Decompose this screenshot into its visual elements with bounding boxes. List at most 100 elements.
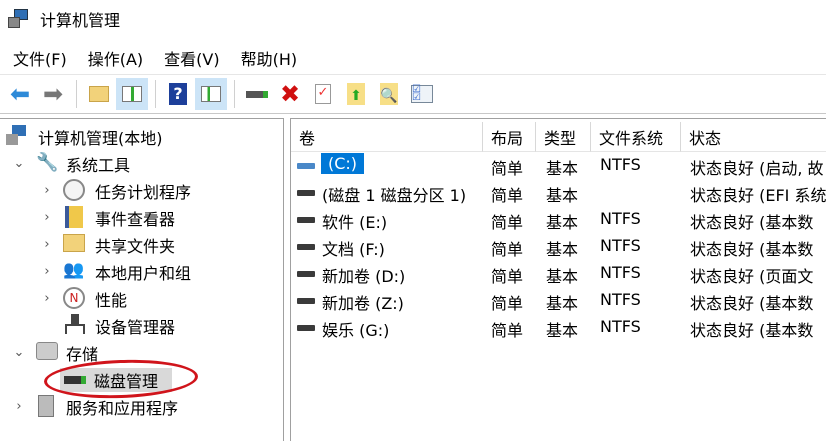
- connect-button[interactable]: [241, 78, 273, 110]
- cell-status: 状态良好 (基本数: [690, 294, 814, 313]
- shared-folder-icon: [63, 234, 85, 252]
- tree-item-performance[interactable]: › N 性能: [0, 285, 283, 312]
- checklist-button[interactable]: ☑ ☑: [406, 78, 438, 110]
- services-icon: [38, 395, 54, 417]
- cell-layout: 简单: [491, 267, 524, 286]
- show-action-pane-button[interactable]: [195, 78, 227, 110]
- tree-item-task-scheduler[interactable]: › 任务计划程序: [0, 177, 283, 204]
- forward-button[interactable]: ➡: [37, 78, 69, 110]
- table-row[interactable]: 软件 (E:) 简单 基本 NTFS 状态良好 (基本数: [291, 206, 826, 233]
- table-row[interactable]: (C:) 简单 基本 NTFS 状态良好 (启动, 故: [291, 152, 826, 179]
- cell-type: 基本: [546, 213, 579, 232]
- window-title: 计算机管理: [40, 11, 121, 30]
- table-row[interactable]: 娱乐 (G:) 简单 基本 NTFS 状态良好 (基本数: [291, 314, 826, 341]
- tree-item-computer-management[interactable]: 计算机管理(本地): [0, 123, 283, 150]
- drive-icon: [297, 244, 315, 250]
- table-row[interactable]: 新加卷 (Z:) 简单 基本 NTFS 状态良好 (基本数: [291, 287, 826, 314]
- computer-management-icon: [6, 125, 28, 147]
- chevron-right-icon[interactable]: ›: [40, 264, 54, 279]
- cell-layout: 简单: [491, 213, 524, 232]
- drive-icon: [297, 190, 315, 196]
- checklist-icon: ☑ ☑: [411, 85, 433, 103]
- menu-help[interactable]: 帮助(H): [228, 46, 306, 70]
- tree-item-device-manager[interactable]: 设备管理器: [0, 312, 283, 339]
- cell-filesystem: NTFS: [600, 290, 641, 309]
- chevron-down-icon[interactable]: ⌄: [12, 345, 26, 360]
- table-header: 卷 布局 类型 文件系统 状态: [291, 122, 826, 152]
- menu-action[interactable]: 操作(A): [75, 46, 151, 70]
- back-button[interactable]: ⬅: [4, 78, 36, 110]
- cell-status: 状态良好 (EFI 系统: [690, 186, 826, 205]
- chevron-right-icon[interactable]: ›: [40, 291, 54, 306]
- column-header-layout[interactable]: 布局: [483, 122, 536, 152]
- device-manager-icon: [65, 314, 87, 336]
- drive-icon: [297, 298, 315, 304]
- cell-volume: 新加卷 (D:): [322, 267, 406, 286]
- computer-management-icon: [8, 9, 30, 29]
- tree-item-event-viewer[interactable]: › 事件查看器: [0, 204, 283, 231]
- show-hide-tree-button[interactable]: [116, 78, 148, 110]
- help-button[interactable]: ?: [162, 78, 194, 110]
- cell-status: 状态良好 (启动, 故: [690, 159, 824, 178]
- chevron-right-icon[interactable]: ›: [40, 237, 54, 252]
- up-folder-icon: [89, 86, 109, 102]
- tree-item-local-users[interactable]: › 👥 本地用户和组: [0, 258, 283, 285]
- cell-layout: 简单: [491, 186, 524, 205]
- event-log-icon: [65, 206, 83, 228]
- show-action-pane-icon: [201, 86, 221, 102]
- cell-layout: 简单: [491, 159, 524, 178]
- tree-item-shared-folders[interactable]: › 共享文件夹: [0, 231, 283, 258]
- chevron-down-icon[interactable]: ⌄: [12, 156, 26, 171]
- properties-button[interactable]: ✓: [307, 78, 339, 110]
- table-row[interactable]: 新加卷 (D:) 简单 基本 NTFS 状态良好 (页面文: [291, 260, 826, 287]
- drive-icon: [297, 163, 315, 169]
- tree-item-services[interactable]: › 服务和应用程序: [0, 393, 283, 420]
- cell-type: 基本: [546, 267, 579, 286]
- menu-view[interactable]: 查看(V): [151, 46, 227, 70]
- show-hide-tree-icon: [122, 86, 142, 102]
- chevron-right-icon[interactable]: ›: [40, 210, 54, 225]
- performance-icon: N: [63, 287, 85, 309]
- clock-icon: [63, 179, 85, 201]
- cell-type: 基本: [546, 186, 579, 205]
- cell-status: 状态良好 (基本数: [690, 240, 814, 259]
- cell-filesystem: NTFS: [600, 209, 641, 228]
- users-icon: 👥: [63, 260, 85, 280]
- column-header-filesystem[interactable]: 文件系统: [591, 122, 681, 152]
- import-icon: ⬆: [347, 83, 365, 105]
- cell-status: 状态良好 (基本数: [690, 213, 814, 232]
- table-row[interactable]: (磁盘 1 磁盘分区 1) 简单 基本 状态良好 (EFI 系统: [291, 179, 826, 206]
- cell-volume: 新加卷 (Z:): [322, 294, 404, 313]
- cell-volume: (磁盘 1 磁盘分区 1): [322, 186, 467, 205]
- cell-filesystem: NTFS: [600, 155, 641, 174]
- tree-item-system-tools[interactable]: ⌄ 🔧 系统工具: [0, 150, 283, 177]
- delete-button[interactable]: ✖: [274, 78, 306, 110]
- table-row[interactable]: 文档 (F:) 简单 基本 NTFS 状态良好 (基本数: [291, 233, 826, 260]
- up-folder-button[interactable]: [83, 78, 115, 110]
- cell-volume: 软件 (E:): [322, 213, 388, 232]
- cell-type: 基本: [546, 159, 579, 178]
- cell-status: 状态良好 (基本数: [690, 321, 814, 340]
- delete-icon: ✖: [279, 80, 301, 108]
- import-button[interactable]: ⬆: [340, 78, 372, 110]
- menu-file[interactable]: 文件(F): [0, 46, 75, 70]
- cell-filesystem: NTFS: [600, 317, 641, 336]
- storage-icon: [36, 342, 58, 360]
- cell-status: 状态良好 (页面文: [690, 267, 814, 286]
- menu-bar: 文件(F) 操作(A) 查看(V) 帮助(H): [0, 44, 305, 72]
- search-button[interactable]: 🔍: [373, 78, 405, 110]
- cell-filesystem: NTFS: [600, 263, 641, 282]
- column-header-status[interactable]: 状态: [681, 122, 826, 152]
- drive-icon: [297, 217, 315, 223]
- drive-icon: [297, 325, 315, 331]
- back-icon: ⬅: [9, 80, 31, 108]
- column-header-volume[interactable]: 卷: [291, 122, 483, 152]
- column-header-type[interactable]: 类型: [536, 122, 591, 152]
- cell-volume: (C:): [321, 153, 365, 174]
- chevron-right-icon[interactable]: ›: [40, 183, 54, 198]
- help-icon: ?: [169, 83, 187, 105]
- cell-type: 基本: [546, 240, 579, 259]
- chevron-right-icon[interactable]: ›: [12, 399, 26, 414]
- properties-icon: ✓: [315, 84, 331, 104]
- connect-icon: [246, 90, 268, 98]
